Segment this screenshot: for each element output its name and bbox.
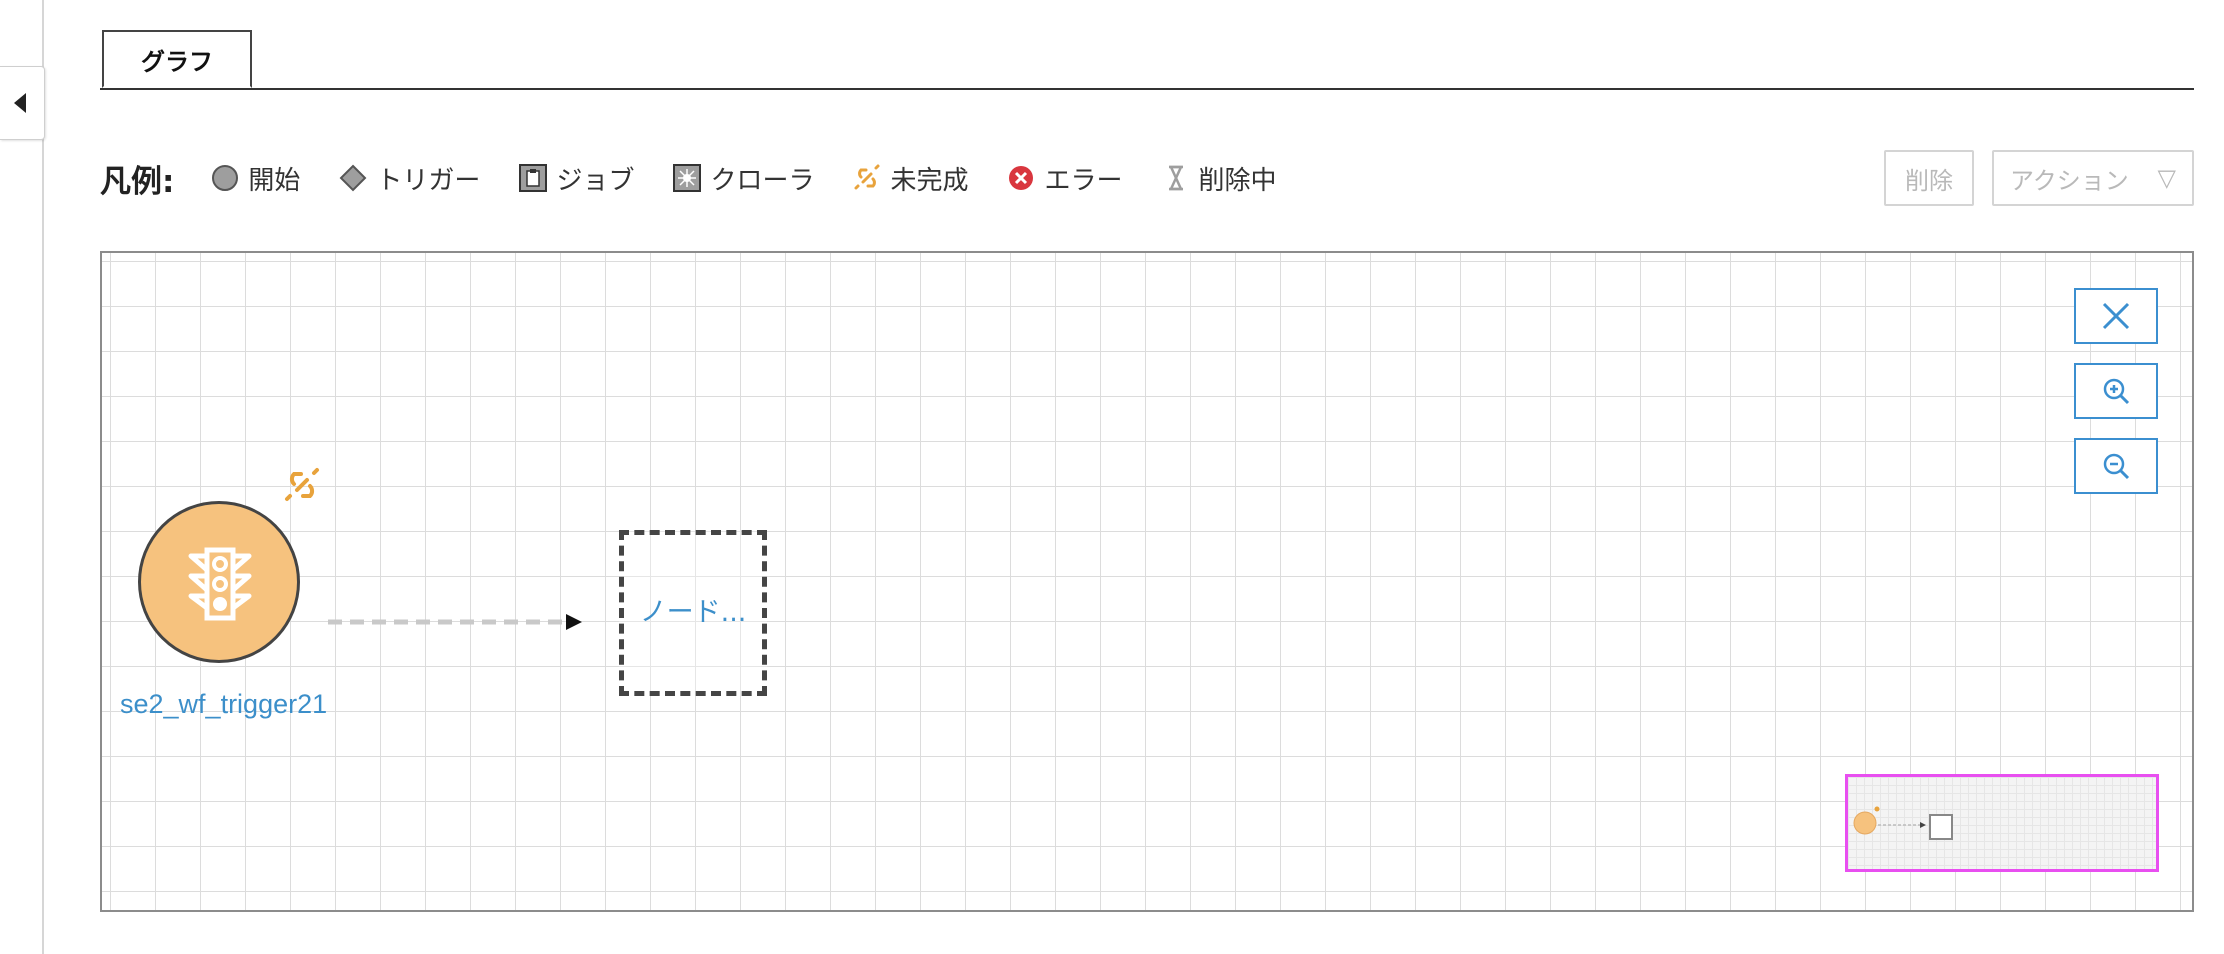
diamond-icon	[338, 163, 368, 193]
actions-dropdown[interactable]: アクション ▽	[1992, 150, 2194, 206]
zoom-out-icon	[2103, 453, 2130, 480]
legend-label: 開始	[248, 165, 301, 196]
tab-graph[interactable]: グラフ	[102, 30, 252, 88]
legend-label: トリガー	[376, 165, 481, 196]
reset-zoom-button[interactable]	[2074, 288, 2158, 344]
chevron-down-icon: ▽	[2157, 164, 2176, 192]
tab-bar: グラフ	[100, 30, 2194, 90]
graph-canvas[interactable]: se2_wf_trigger21 ノード...	[100, 251, 2194, 912]
broken-link-icon	[852, 163, 882, 193]
actions-dropdown-label: アクション	[2010, 166, 2129, 195]
placeholder-node[interactable]: ノード...	[619, 530, 767, 696]
legend-item-job: ジョブ	[518, 160, 634, 197]
legend-title: 凡例:	[100, 163, 175, 200]
zoom-in-icon	[2103, 378, 2130, 405]
minimap[interactable]	[1845, 774, 2159, 872]
broken-link-icon	[285, 468, 319, 501]
legend-item-start: 開始	[210, 160, 300, 197]
start-node[interactable]	[138, 501, 300, 663]
hourglass-icon	[1161, 163, 1191, 193]
start-node-label[interactable]: se2_wf_trigger21	[120, 689, 327, 720]
graph-edge	[328, 614, 582, 630]
legend: 凡例: 開始 トリガー ジョブ クローラ 未完成 エラー 削除中	[100, 156, 1315, 200]
close-icon	[2102, 302, 2130, 330]
left-panel-rail	[0, 0, 44, 954]
crawler-icon	[672, 163, 702, 193]
error-icon	[1006, 163, 1036, 193]
legend-item-deleting: 削除中	[1161, 160, 1277, 197]
legend-label: エラー	[1044, 165, 1123, 196]
legend-item-crawler: クローラ	[672, 160, 814, 197]
minimap-preview	[1853, 806, 1953, 840]
legend-item-trigger: トリガー	[338, 160, 480, 197]
legend-item-error: エラー	[1006, 160, 1123, 197]
caret-left-icon	[14, 93, 26, 113]
clipboard-icon	[518, 163, 548, 193]
legend-label: 削除中	[1198, 165, 1277, 196]
legend-label: ジョブ	[556, 165, 635, 196]
zoom-in-button[interactable]	[2074, 363, 2158, 419]
delete-button[interactable]: 削除	[1884, 150, 1974, 206]
expand-panel-button[interactable]	[0, 66, 45, 140]
legend-item-incomplete: 未完成	[852, 160, 968, 197]
legend-label: 未完成	[890, 165, 969, 196]
circle-icon	[210, 163, 240, 193]
traffic-light-icon	[188, 547, 252, 621]
zoom-out-button[interactable]	[2074, 438, 2158, 494]
legend-label: クローラ	[710, 165, 815, 196]
action-bar: 削除 アクション ▽	[1866, 150, 2194, 206]
